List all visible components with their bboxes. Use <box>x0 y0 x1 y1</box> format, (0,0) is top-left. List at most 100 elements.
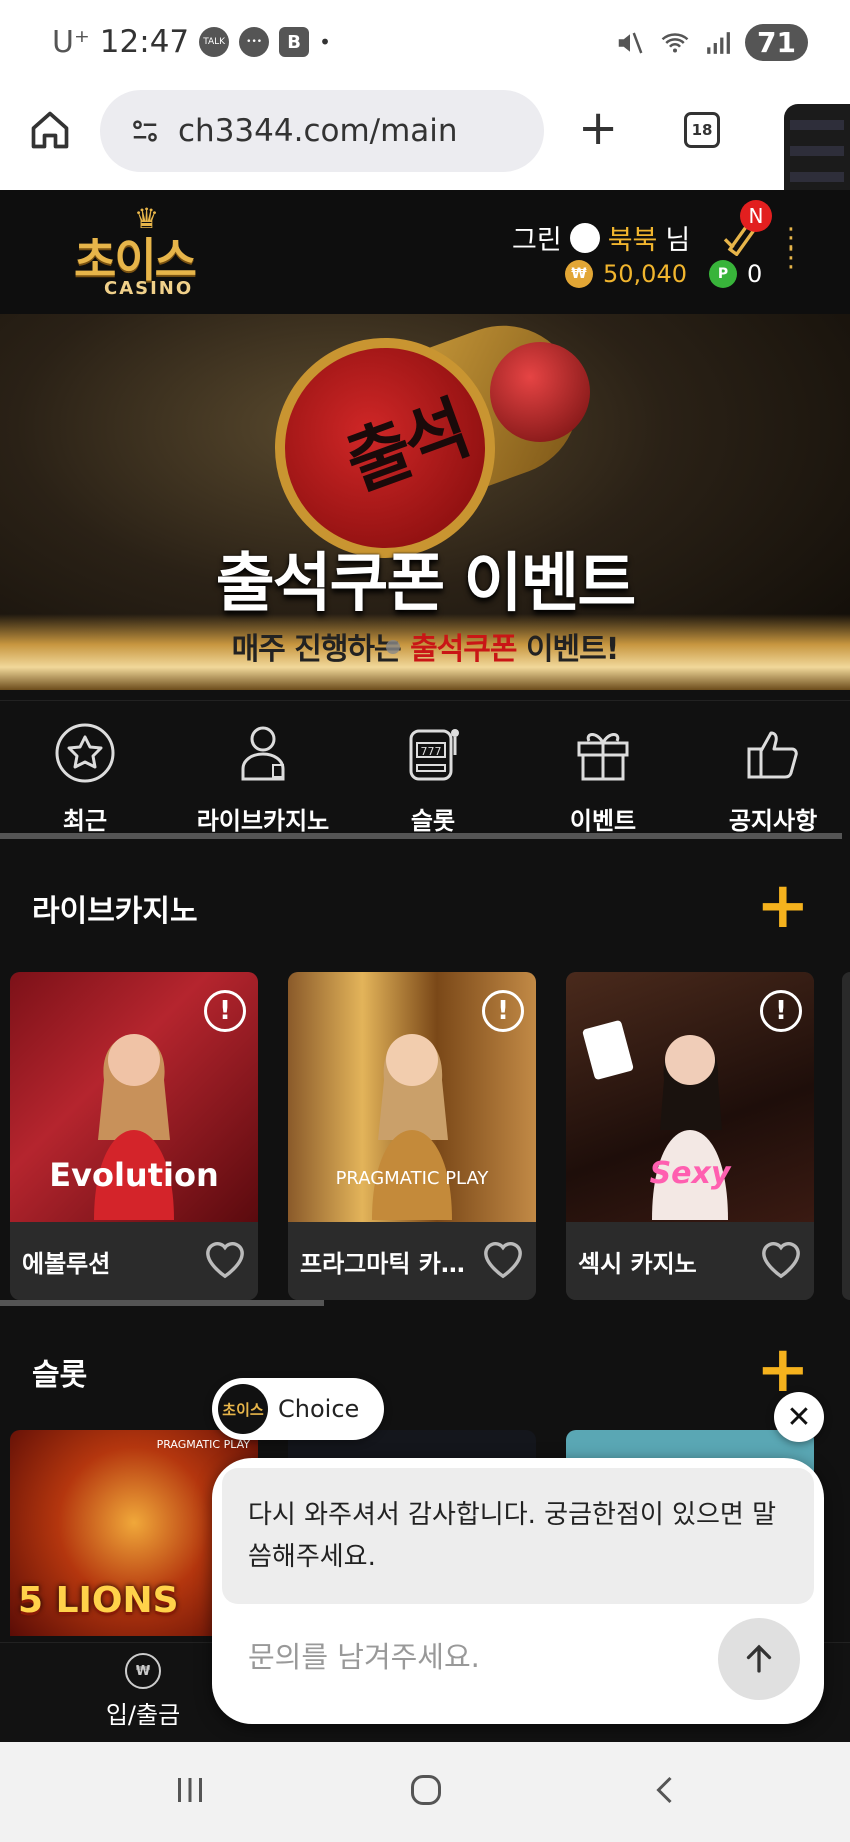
more-notifications-dot: • <box>319 30 331 54</box>
user-name: 북북 <box>607 225 658 256</box>
thumbs-up-icon <box>747 731 798 779</box>
slot-machine-icon: 777 <box>409 729 459 781</box>
logo-english: CASINO <box>104 278 194 299</box>
level-badge-icon <box>569 222 600 253</box>
status-bar: U⁺ 12:47 TALK ••• B • 71 <box>0 0 850 90</box>
heart-icon[interactable] <box>758 1238 804 1280</box>
stamp-text: 출석 <box>335 387 478 506</box>
address-bar[interactable]: ch3344.com/main <box>100 90 544 172</box>
bottom-nav-label: 입/출금 <box>105 1701 181 1729</box>
mute-icon <box>618 32 643 53</box>
slot-title: 슬롯 <box>32 1358 88 1393</box>
balance-amount: 50,040 <box>603 260 687 288</box>
live-casino-scroll-indicator <box>0 1300 324 1306</box>
provider-logo: Sexy <box>649 1156 731 1191</box>
category-nav: 최근 라이브카지노 777 슬롯 이벤트 공지사항 <box>0 700 850 840</box>
provider-logo: Evolution <box>49 1156 219 1194</box>
url-text[interactable]: ch3344.com/main <box>178 113 458 149</box>
signal-icon <box>707 31 730 54</box>
site-logo[interactable]: ♛ 초이스 CASINO <box>74 202 234 302</box>
site-settings-icon[interactable] <box>130 116 160 146</box>
point-amount: 0 <box>746 260 763 288</box>
chat-message: 다시 와주셔서 감사합니다. 궁금한점이 있으면 말씀해주세요. <box>222 1468 814 1604</box>
status-right: 71 <box>615 24 808 61</box>
game-card-pragmatic[interactable]: ! PRAGMATIC PLAY 프라그마틱 카… <box>288 972 536 1300</box>
balance-row: ₩ 50,040 P 0 <box>565 260 762 288</box>
banner-subtitle-pre: 매주 진행하는 <box>231 632 402 667</box>
live-casino-title: 라이브카지노 <box>32 894 198 929</box>
game-name: 에볼루션 <box>22 1250 111 1278</box>
battery-indicator: 71 <box>745 24 808 61</box>
chat-input[interactable]: 문의를 남겨주세요. <box>248 1634 480 1676</box>
chat-bubble-icon: ••• <box>239 27 270 57</box>
kakaotalk-icon: TALK <box>199 27 230 57</box>
status-left: U⁺ 12:47 TALK ••• B • <box>52 24 331 60</box>
banner-title: 출석쿠폰 이벤트 <box>215 547 636 621</box>
dealer-icon <box>241 726 285 781</box>
game-card-sexy[interactable]: ! Sexy 섹시 카지노 <box>566 972 814 1300</box>
chat-send-button[interactable] <box>718 1618 800 1700</box>
chat-brand-tag[interactable]: 초이스 Choice <box>212 1378 384 1440</box>
category-label: 이벤트 <box>569 807 637 835</box>
game-card-evolution[interactable]: ! Evolution 에볼루션 <box>10 972 258 1300</box>
coin-icon: ₩ <box>565 260 593 288</box>
site-header: ♛ 초이스 CASINO 그린 북북 님 ₩ 50,040 P 0 N ⋮ ⋮ <box>0 190 850 314</box>
live-casino-more-button[interactable]: + <box>756 874 810 938</box>
user-level: 그린 <box>512 225 562 256</box>
carrier-label: U⁺ <box>52 24 90 60</box>
recent-apps-icon[interactable] <box>172 1772 208 1808</box>
playing-cards-icon <box>581 1019 635 1081</box>
card-footer: 에볼루션 <box>10 1222 258 1300</box>
slot-title-text: 5 LIONS <box>18 1580 179 1621</box>
carousel-indicator[interactable] <box>386 640 400 654</box>
tab-switcher-button[interactable]: 18 <box>684 112 720 148</box>
game-name: 섹시 카지노 <box>578 1250 697 1278</box>
menu-icon[interactable]: ⋮ ⋮ <box>778 225 804 271</box>
chat-avatar: 초이스 <box>218 1384 268 1434</box>
info-icon[interactable]: ! <box>482 990 524 1032</box>
provider-logo: PRAGMATIC PLAY <box>335 1168 489 1189</box>
banner-subtitle: 매주 진행하는 출석쿠폰 이벤트! <box>0 624 850 668</box>
home-circle-icon[interactable] <box>408 1772 444 1808</box>
gift-icon <box>577 733 629 781</box>
back-icon[interactable] <box>648 1772 684 1808</box>
card-footer: 프라그마틱 카… <box>288 1222 536 1300</box>
category-label: 슬롯 <box>410 807 456 835</box>
clock: 12:47 <box>99 24 190 60</box>
browser-toolbar: ch3344.com/main + 18 <box>0 90 850 190</box>
category-live-casino[interactable]: 라이브카지노 <box>188 721 338 836</box>
event-banner[interactable]: 출석 출석쿠폰 이벤트 매주 진행하는 출석쿠폰 이벤트! <box>0 314 850 690</box>
card-footer: 섹시 카지노 <box>566 1222 814 1300</box>
home-icon[interactable] <box>28 108 72 152</box>
category-notice[interactable]: 공지사항 <box>698 721 848 836</box>
info-icon[interactable]: ! <box>204 990 246 1032</box>
system-nav-bar <box>0 1742 850 1842</box>
user-suffix: 님 <box>665 225 691 256</box>
won-exchange-icon: ₩ <box>125 1653 161 1689</box>
stamp-knob <box>490 342 590 442</box>
category-slot[interactable]: 777 슬롯 <box>358 721 508 836</box>
category-label: 라이브카지노 <box>196 807 330 835</box>
category-event[interactable]: 이벤트 <box>528 721 678 836</box>
chat-brand-name: Choice <box>278 1395 360 1423</box>
category-scroll-indicator <box>0 833 842 839</box>
info-icon[interactable]: ! <box>760 990 802 1032</box>
heart-icon[interactable] <box>480 1238 526 1280</box>
next-card-edge <box>842 972 850 1300</box>
heart-icon[interactable] <box>202 1238 248 1280</box>
svg-text:777: 777 <box>421 745 442 758</box>
new-tab-button[interactable]: + <box>578 104 618 152</box>
user-greeting: 그린 북북 님 <box>512 218 690 257</box>
category-label: 최근 <box>62 807 108 835</box>
chat-close-button[interactable]: ✕ <box>774 1392 824 1442</box>
arrow-up-icon <box>746 1644 772 1673</box>
chat-panel: 다시 와주셔서 감사합니다. 궁금한점이 있으면 말씀해주세요. 문의를 남겨주… <box>212 1458 824 1724</box>
game-name: 프라그마틱 카… <box>300 1250 465 1278</box>
star-icon <box>55 723 115 783</box>
slot-provider: PRAGMATIC PLAY <box>156 1438 250 1451</box>
category-label: 공지사항 <box>728 807 818 835</box>
bottom-nav-deposit[interactable]: ₩ 입/출금 <box>68 1653 218 1730</box>
wifi-icon <box>661 32 689 52</box>
banner-subtitle-highlight: 출석쿠폰 <box>410 632 517 667</box>
category-recent[interactable]: 최근 <box>10 721 160 836</box>
